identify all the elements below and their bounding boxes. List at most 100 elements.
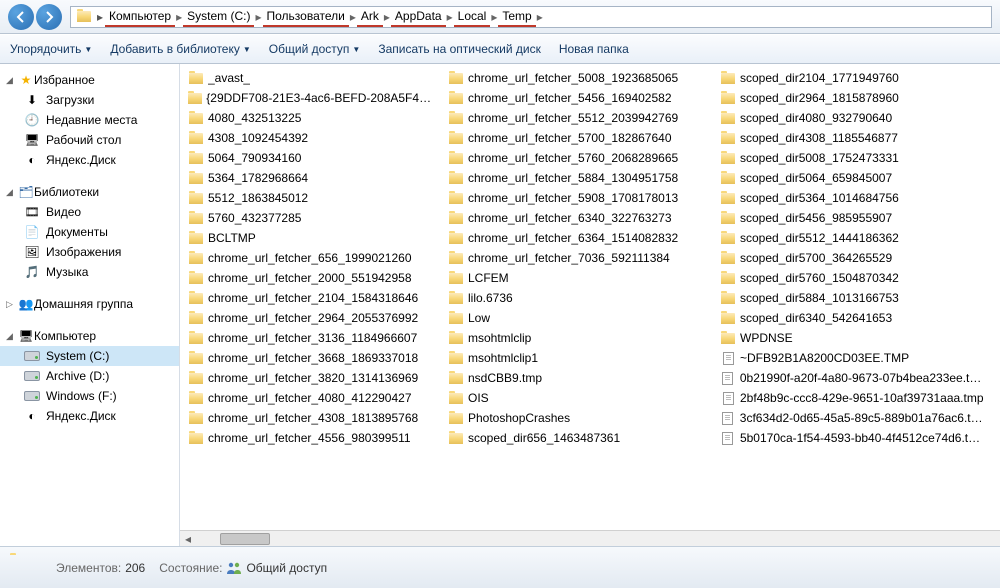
folder-item[interactable]: chrome_url_fetcher_2104_1584318646 (184, 288, 436, 308)
file-item[interactable]: 3cf634d2-0d65-45a5-89c5-889b01a76ac6.tmp (716, 408, 988, 428)
folder-item[interactable]: chrome_url_fetcher_4556_980399511 (184, 428, 436, 448)
breadcrumb-segment[interactable]: AppData (391, 7, 446, 27)
file-item[interactable]: 2bf48b9c-ccc8-429e-9651-10af39731aaa.tmp (716, 388, 988, 408)
breadcrumb-segment[interactable]: Компьютер (105, 7, 175, 27)
folder-item[interactable]: chrome_url_fetcher_2000_551942958 (184, 268, 436, 288)
sidebar-favorites-header[interactable]: ◢★Избранное (0, 70, 179, 90)
folder-item[interactable]: scoped_dir5456_985955907 (716, 208, 988, 228)
folder-item[interactable]: scoped_dir6340_542641653 (716, 308, 988, 328)
chevron-right-icon[interactable]: ▸ (383, 10, 391, 24)
folder-item[interactable]: 5760_432377285 (184, 208, 436, 228)
sidebar-item[interactable]: ◐Яндекс.Диск (0, 406, 179, 426)
folder-item[interactable]: chrome_url_fetcher_5884_1304951758 (444, 168, 708, 188)
folder-item[interactable]: scoped_dir5008_1752473331 (716, 148, 988, 168)
folder-item[interactable]: 4080_432513225 (184, 108, 436, 128)
sidebar-item[interactable]: 🖼Изображения (0, 242, 179, 262)
back-button[interactable] (8, 4, 34, 30)
folder-item[interactable]: scoped_dir5364_1014684756 (716, 188, 988, 208)
new-folder-button[interactable]: Новая папка (559, 42, 629, 56)
folder-item[interactable]: chrome_url_fetcher_5456_169402582 (444, 88, 708, 108)
scroll-left-icon[interactable]: ◂ (180, 532, 196, 546)
folder-item[interactable]: LCFEM (444, 268, 708, 288)
burn-button[interactable]: Записать на оптический диск (378, 42, 541, 56)
breadcrumb-segment[interactable]: System (C:) (183, 7, 254, 27)
folder-item[interactable]: scoped_dir2104_1771949760 (716, 68, 988, 88)
file-item[interactable]: 0b21990f-a20f-4a80-9673-07b4bea233ee.tmp (716, 368, 988, 388)
sidebar-item[interactable]: 🕘Недавние места (0, 110, 179, 130)
folder-item[interactable]: scoped_dir656_1463487361 (444, 428, 708, 448)
sidebar-item[interactable]: ⬇Загрузки (0, 90, 179, 110)
folder-item[interactable]: _avast_ (184, 68, 436, 88)
folder-item[interactable]: chrome_url_fetcher_5008_1923685065 (444, 68, 708, 88)
folder-item[interactable]: scoped_dir5512_1444186362 (716, 228, 988, 248)
breadcrumb-segment[interactable]: Ark (357, 7, 383, 27)
breadcrumb-segment[interactable]: Пользователи (263, 7, 349, 27)
sidebar-item[interactable]: 🎵Музыка (0, 262, 179, 282)
folder-item[interactable]: msohtmlclip1 (444, 348, 708, 368)
folder-item[interactable]: chrome_url_fetcher_5760_2068289665 (444, 148, 708, 168)
folder-item[interactable]: nsdCBB9.tmp (444, 368, 708, 388)
organize-button[interactable]: Упорядочить ▼ (10, 42, 92, 56)
sidebar-item[interactable]: 📄Документы (0, 222, 179, 242)
breadcrumb-segment[interactable]: Temp (498, 7, 535, 27)
folder-item[interactable]: scoped_dir2964_1815878960 (716, 88, 988, 108)
chevron-right-icon[interactable]: ▸ (175, 10, 183, 24)
folder-item[interactable]: Low (444, 308, 708, 328)
folder-item[interactable]: chrome_url_fetcher_6340_322763273 (444, 208, 708, 228)
folder-item[interactable]: chrome_url_fetcher_4308_1813895768 (184, 408, 436, 428)
sidebar-item[interactable]: 🖥Рабочий стол (0, 130, 179, 150)
folder-item[interactable]: scoped_dir5884_1013166753 (716, 288, 988, 308)
chevron-right-icon[interactable]: ▸ (536, 10, 544, 24)
folder-item[interactable]: 5064_790934160 (184, 148, 436, 168)
folder-item[interactable]: 5512_1863845012 (184, 188, 436, 208)
folder-item[interactable]: chrome_url_fetcher_3820_1314136969 (184, 368, 436, 388)
add-to-library-button[interactable]: Добавить в библиотеку ▼ (110, 42, 250, 56)
folder-item[interactable]: OIS (444, 388, 708, 408)
folder-item[interactable]: scoped_dir5700_364265529 (716, 248, 988, 268)
folder-item[interactable]: scoped_dir5760_1504870342 (716, 268, 988, 288)
sidebar-libraries-header[interactable]: ◢🗂Библиотеки (0, 182, 179, 202)
folder-item[interactable]: WPDNSE (716, 328, 988, 348)
sidebar-homegroup-header[interactable]: ▷👥Домашняя группа (0, 294, 179, 314)
folder-item[interactable]: chrome_url_fetcher_2964_2055376992 (184, 308, 436, 328)
folder-item[interactable]: chrome_url_fetcher_5908_1708178013 (444, 188, 708, 208)
forward-button[interactable] (36, 4, 62, 30)
sidebar-item[interactable]: ◐Яндекс.Диск (0, 150, 179, 170)
folder-item[interactable]: chrome_url_fetcher_3668_1869337018 (184, 348, 436, 368)
folder-item[interactable]: msohtmlclip (444, 328, 708, 348)
chevron-right-icon[interactable]: ▸ (97, 10, 105, 24)
chevron-right-icon[interactable]: ▸ (254, 10, 262, 24)
breadcrumb-segment[interactable]: Local (454, 7, 491, 27)
folder-item[interactable]: PhotoshopCrashes (444, 408, 708, 428)
breadcrumb[interactable]: ▸ Компьютер▸System (C:)▸Пользователи▸Ark… (70, 6, 992, 28)
folder-item[interactable]: BCLTMP (184, 228, 436, 248)
share-button[interactable]: Общий доступ ▼ (269, 42, 361, 56)
horizontal-scrollbar[interactable]: ◂ (180, 530, 1000, 546)
sidebar-item[interactable]: Windows (F:) (0, 386, 179, 406)
sidebar[interactable]: ◢★Избранное ⬇Загрузки🕘Недавние места🖥Раб… (0, 64, 180, 546)
content-area[interactable]: _avast_{29DDF708-21E3-4ac6-BEFD-208A5F4B… (180, 64, 1000, 546)
folder-item[interactable]: chrome_url_fetcher_3136_1184966607 (184, 328, 436, 348)
folder-item[interactable]: chrome_url_fetcher_7036_592111384 (444, 248, 708, 268)
folder-item[interactable]: scoped_dir5064_659845007 (716, 168, 988, 188)
folder-item[interactable]: chrome_url_fetcher_4080_412290427 (184, 388, 436, 408)
chevron-right-icon[interactable]: ▸ (349, 10, 357, 24)
folder-item[interactable]: 4308_1092454392 (184, 128, 436, 148)
chevron-right-icon[interactable]: ▸ (446, 10, 454, 24)
folder-item[interactable]: chrome_url_fetcher_5700_182867640 (444, 128, 708, 148)
file-item[interactable]: 5b0170ca-1f54-4593-bb40-4f4512ce74d6.tmp (716, 428, 988, 448)
folder-item[interactable]: chrome_url_fetcher_656_1999021260 (184, 248, 436, 268)
scroll-thumb[interactable] (220, 533, 270, 545)
sidebar-item[interactable]: System (C:) (0, 346, 179, 366)
folder-item[interactable]: scoped_dir4080_932790640 (716, 108, 988, 128)
sidebar-computer-header[interactable]: ◢🖥Компьютер (0, 326, 179, 346)
file-item[interactable]: ~DFB92B1A8200CD03EE.TMP (716, 348, 988, 368)
sidebar-item[interactable]: Archive (D:) (0, 366, 179, 386)
folder-item[interactable]: chrome_url_fetcher_5512_2039942769 (444, 108, 708, 128)
chevron-right-icon[interactable]: ▸ (490, 10, 498, 24)
sidebar-item[interactable]: 🎞Видео (0, 202, 179, 222)
folder-item[interactable]: 5364_1782968664 (184, 168, 436, 188)
folder-item[interactable]: scoped_dir4308_1185546877 (716, 128, 988, 148)
folder-item[interactable]: chrome_url_fetcher_6364_1514082832 (444, 228, 708, 248)
folder-item[interactable]: {29DDF708-21E3-4ac6-BEFD-208A5F4B6B04} (184, 88, 436, 108)
